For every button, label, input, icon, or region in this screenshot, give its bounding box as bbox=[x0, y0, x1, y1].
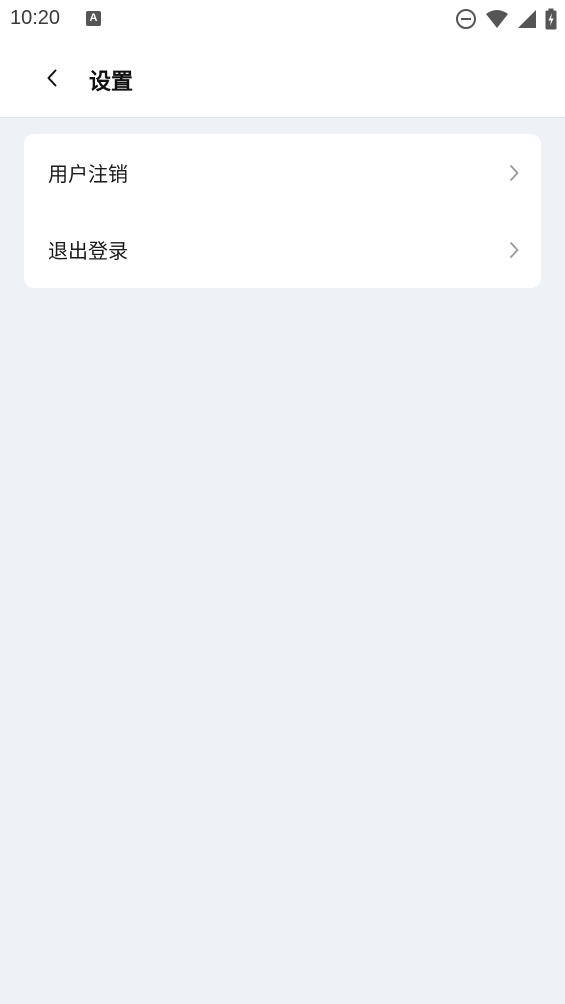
battery-charging-icon bbox=[545, 8, 557, 30]
back-button[interactable] bbox=[36, 60, 68, 96]
do-not-disturb-icon bbox=[456, 9, 476, 29]
settings-item-label: 用户注销 bbox=[48, 162, 128, 186]
chevron-right-icon bbox=[510, 164, 519, 181]
status-time: 10:20 bbox=[10, 7, 61, 29]
signal-icon bbox=[518, 10, 536, 28]
wifi-icon bbox=[486, 10, 508, 28]
settings-item-label: 退出登录 bbox=[48, 239, 128, 263]
chevron-right-icon bbox=[510, 241, 519, 258]
status-icons bbox=[455, 7, 557, 31]
settings-item-deregister-user[interactable]: 用户注销 bbox=[24, 134, 541, 211]
settings-card: 用户注销 退出登录 bbox=[24, 134, 541, 288]
notification-a-icon: A bbox=[86, 11, 101, 26]
settings-item-logout[interactable]: 退出登录 bbox=[24, 211, 541, 288]
chevron-left-icon bbox=[47, 69, 57, 87]
app-header: 设置 bbox=[0, 40, 565, 118]
status-bar: 10:20 A bbox=[0, 0, 565, 40]
page-title: 设置 bbox=[89, 70, 134, 95]
